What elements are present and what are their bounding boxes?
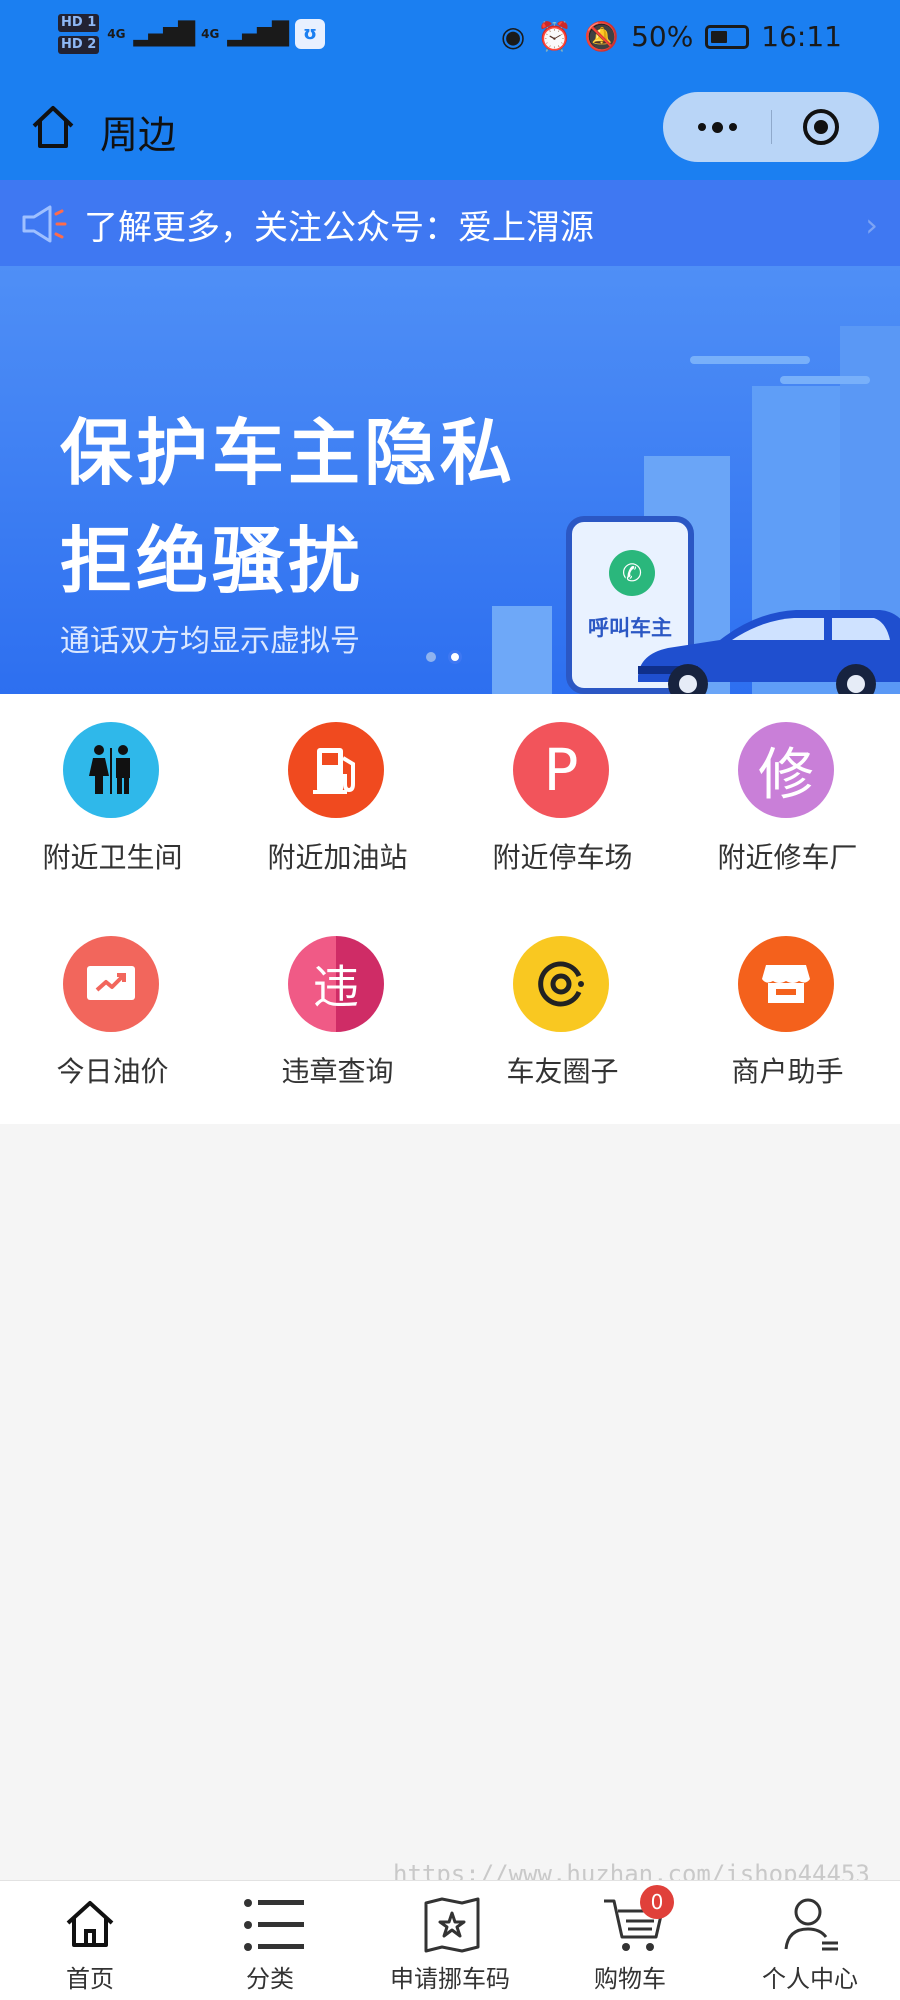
more-dot-icon: [711, 121, 723, 133]
building-decoration: [492, 606, 552, 694]
nav-header: 周边: [0, 80, 900, 180]
service-label: 违章查询: [281, 1055, 394, 1088]
home-icon: [32, 106, 74, 148]
service-oil-price[interactable]: 今日油价: [0, 908, 225, 1098]
tab-home[interactable]: 首页: [0, 1881, 180, 2000]
violation-icon: 违: [288, 936, 384, 1032]
alarm-icon: ⏰: [537, 20, 573, 53]
merchant-icon: [738, 936, 834, 1032]
status-left: HD 1 HD 2 4G ▂▄▆█ 4G ▂▄▆█ ʊ: [58, 14, 326, 54]
carousel-dot[interactable]: [426, 652, 436, 662]
battery-icon: [705, 24, 750, 49]
oil-price-icon: [63, 936, 159, 1032]
parking-icon: P: [513, 722, 609, 818]
gas-station-icon: [288, 722, 384, 818]
repair-icon: 修: [738, 722, 834, 818]
restroom-icon: [63, 722, 159, 818]
banner-subtitle: 通话双方均显示虚拟号: [60, 624, 360, 659]
cloud-line: [690, 356, 810, 364]
battery-percent: 50%: [631, 20, 694, 53]
carousel-indicators: [426, 650, 462, 664]
banner-headline-2: 拒绝骚扰: [60, 519, 365, 603]
hd1-badge: HD 1: [58, 14, 100, 32]
tab-category[interactable]: 分类: [180, 1881, 360, 2000]
tab-move-car-code[interactable]: 申请挪车码: [360, 1881, 540, 2000]
mini-program-capsule: [663, 92, 879, 162]
move-car-code-icon: [424, 1897, 480, 1953]
tab-label: 申请挪车码: [390, 1965, 510, 1993]
phone-call-icon: ✆: [609, 550, 655, 596]
service-grid: 附近卫生间 附近加油站 P 附近停车场 修 附近修车厂 今日油价 违 违章查询 …: [0, 694, 900, 1124]
bottom-tab-bar: 首页 分类 申请挪车码 0 购物车 个人中心: [0, 1880, 900, 2000]
tab-cart[interactable]: 0 购物车: [540, 1881, 720, 2000]
service-label: 附近停车场: [492, 841, 633, 874]
tab-label: 个人中心: [762, 1965, 858, 1993]
hd-indicators: HD 1 HD 2: [58, 14, 100, 54]
category-list-icon: [244, 1899, 304, 1951]
more-dot-icon: [697, 123, 706, 131]
tab-label: 首页: [66, 1965, 114, 1993]
service-community[interactable]: 车友圈子: [450, 908, 675, 1098]
clock: 16:11: [761, 20, 842, 53]
close-target-button[interactable]: [803, 109, 839, 145]
notice-text: 了解更多，关注公众号：爱上渭源: [84, 208, 594, 248]
tab-label: 购物车: [594, 1965, 666, 1993]
app-notification-icon: ʊ: [295, 19, 326, 49]
chevron-right-icon: ›: [865, 206, 878, 244]
eye-icon: ◉: [500, 20, 526, 53]
banner-headline-1: 保护车主隐私: [60, 411, 517, 495]
tab-profile[interactable]: 个人中心: [720, 1881, 900, 2000]
shop-glyph: [762, 965, 810, 1003]
capsule-divider: [771, 110, 772, 144]
service-label: 附近加油站: [267, 841, 408, 874]
megaphone-icon: [22, 205, 67, 243]
service-violation[interactable]: 违 违章查询: [225, 908, 450, 1098]
more-dot-icon: [728, 123, 737, 131]
mute-bell-icon: 🔕: [584, 20, 620, 53]
service-label: 商户助手: [731, 1055, 844, 1088]
network-label-1: 4G: [107, 27, 126, 41]
service-label: 附近卫生间: [42, 841, 183, 874]
service-restroom[interactable]: 附近卫生间: [0, 694, 225, 884]
community-icon: [513, 936, 609, 1032]
signal-icon: ▂▄▆█: [133, 21, 195, 47]
service-merchant[interactable]: 商户助手: [675, 908, 900, 1098]
signal-icon-2: ▂▄▆█: [227, 21, 289, 47]
trend-chart-glyph: [87, 966, 135, 1000]
status-bar: HD 1 HD 2 4G ▂▄▆█ 4G ▂▄▆█ ʊ ◉ ⏰ 🔕 50% 16…: [0, 0, 900, 80]
circle-target-glyph: [538, 961, 584, 1007]
user-icon: [784, 1898, 838, 1951]
service-gas-station[interactable]: 附近加油站: [225, 694, 450, 884]
car-illustration: [638, 610, 900, 694]
cart-count-badge: 0: [640, 1885, 674, 1919]
page-title: 周边: [100, 113, 177, 157]
gas-pump-glyph: [313, 748, 355, 794]
restroom-glyph: [89, 745, 130, 794]
network-label-2: 4G: [201, 27, 220, 41]
tab-label: 分类: [246, 1965, 294, 1993]
service-repair[interactable]: 修 附近修车厂: [675, 694, 900, 884]
home-button[interactable]: [28, 102, 78, 152]
home-icon: [66, 1901, 114, 1947]
carousel-dot-active[interactable]: [448, 650, 462, 664]
more-button[interactable]: [663, 92, 771, 162]
notice-bar[interactable]: 了解更多，关注公众号：爱上渭源 ›: [0, 180, 900, 266]
hd2-badge: HD 2: [58, 36, 100, 54]
service-parking[interactable]: P 附近停车场: [450, 694, 675, 884]
service-label: 附近修车厂: [717, 841, 858, 874]
status-right: ◉ ⏰ 🔕 50% 16:11: [501, 20, 842, 53]
promo-banner[interactable]: 保护车主隐私 拒绝骚扰 通话双方均显示虚拟号 ✆ 呼叫车主: [0, 266, 900, 694]
cloud-line: [780, 376, 870, 384]
service-label: 车友圈子: [506, 1055, 619, 1088]
service-label: 今日油价: [56, 1055, 169, 1088]
